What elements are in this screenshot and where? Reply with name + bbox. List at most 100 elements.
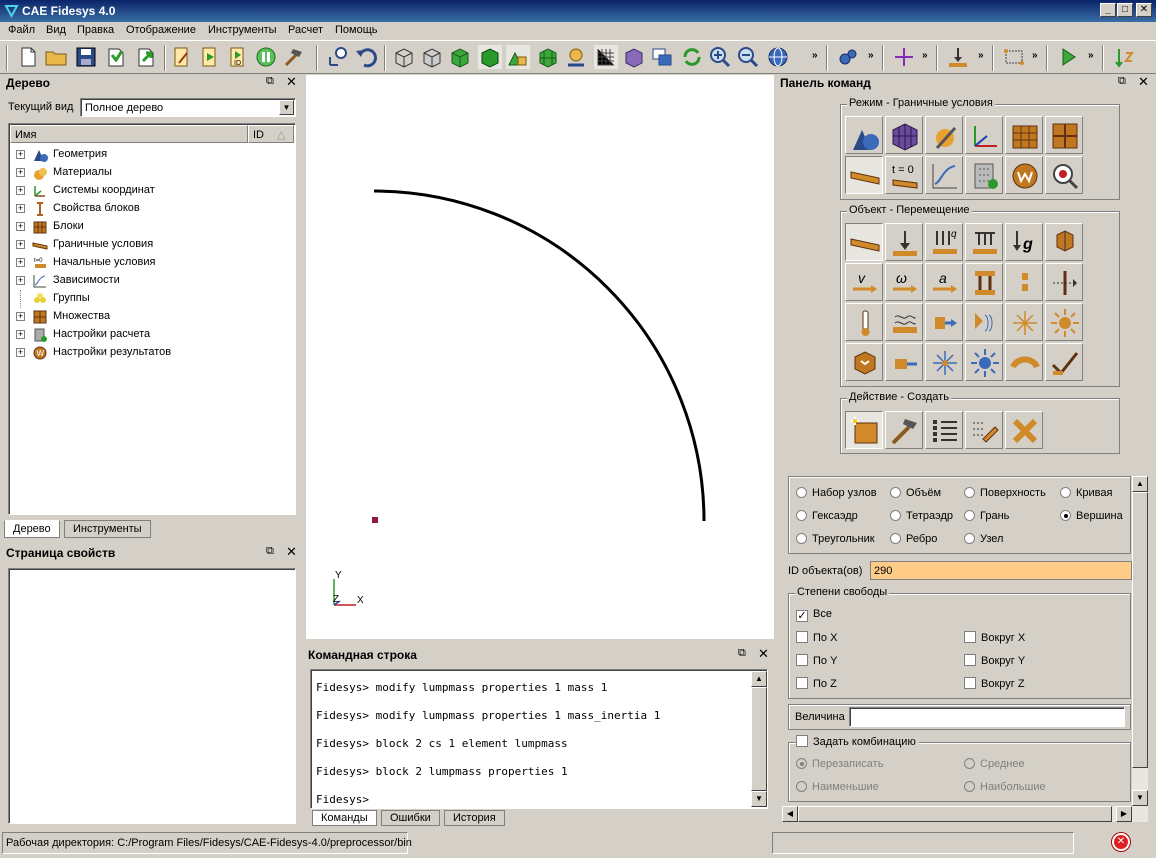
sort-icon[interactable] <box>1112 45 1136 69</box>
tree-header-name[interactable]: Имя <box>10 125 248 143</box>
object-box-button[interactable] <box>845 343 883 381</box>
action-del-button[interactable] <box>1005 411 1043 449</box>
tree-panel-float-icon[interactable]: ⧉ <box>266 75 274 88</box>
undo-icon[interactable] <box>354 45 378 69</box>
menu-tools[interactable]: Инструменты <box>208 24 277 36</box>
boundary-view-icon[interactable] <box>564 45 588 69</box>
chevron-down-icon[interactable]: ▼ <box>279 100 294 115</box>
expand-plus-icon[interactable]: + <box>16 222 25 231</box>
dof-y-checkbox[interactable]: По Y <box>796 654 837 667</box>
object-sun-button[interactable] <box>1045 303 1083 341</box>
command-scroll-thumb[interactable] <box>751 687 767 791</box>
expand-plus-icon[interactable]: + <box>16 168 25 177</box>
scroll-down-icon[interactable]: ▼ <box>751 791 767 807</box>
mode-sets-button[interactable] <box>1045 116 1083 154</box>
cmd-panel-float-icon[interactable]: ⧉ <box>1118 75 1126 88</box>
expand-plus-icon[interactable]: + <box>16 186 25 195</box>
properties-panel-float-icon[interactable]: ⧉ <box>266 545 274 558</box>
magnitude-input[interactable] <box>849 707 1125 727</box>
menu-edit[interactable]: Правка <box>77 24 114 36</box>
pause-icon[interactable] <box>254 45 278 69</box>
object-pres-button[interactable]: q <box>925 223 963 261</box>
tree-panel-close-icon[interactable]: ✕ <box>286 74 297 90</box>
dof-z-checkbox[interactable]: По Z <box>796 677 837 690</box>
object-flux-button[interactable] <box>925 303 963 341</box>
wireframe-view-icon[interactable] <box>392 45 416 69</box>
mode-dep-button[interactable] <box>925 156 963 194</box>
scroll-up-icon[interactable]: ▲ <box>1132 476 1148 492</box>
run-script-icon[interactable] <box>198 45 222 69</box>
shaded-view-icon[interactable] <box>448 45 472 69</box>
mode-cs-button[interactable] <box>965 116 1003 154</box>
zoom-in-icon[interactable] <box>708 45 732 69</box>
mode-view-button[interactable] <box>1045 156 1083 194</box>
geometry-view-icon[interactable] <box>506 45 530 69</box>
hammer-icon[interactable] <box>282 45 306 69</box>
action-list-button[interactable] <box>925 411 963 449</box>
dof-all-checkbox[interactable]: ✓ Все <box>796 608 832 622</box>
menu-calc[interactable]: Расчет <box>288 24 323 36</box>
tab-errors[interactable]: Ошибки <box>381 810 440 826</box>
expand-plus-icon[interactable]: + <box>16 258 25 267</box>
properties-panel-close-icon[interactable]: ✕ <box>286 544 297 560</box>
tab-tools[interactable]: Инструменты <box>64 520 151 538</box>
object-star-button[interactable] <box>1005 303 1043 341</box>
object-star2-button[interactable] <box>925 343 963 381</box>
close-button[interactable]: ✕ <box>1136 3 1152 17</box>
entity-radio[interactable]: Гексаэдр <box>796 510 858 522</box>
hidden-line-view-icon[interactable] <box>420 45 444 69</box>
entity-radio[interactable]: Узел <box>964 533 1003 545</box>
command-panel-close-icon[interactable]: ✕ <box>758 646 769 662</box>
object-sun2-button[interactable] <box>965 343 1003 381</box>
object-acc-button[interactable]: a <box>925 263 963 301</box>
minimize-button[interactable]: _ <box>1100 3 1116 17</box>
menu-display[interactable]: Отображение <box>126 24 196 36</box>
mode-res-button[interactable] <box>1005 156 1043 194</box>
combo-max-radio[interactable]: Наибольшие <box>964 781 1046 793</box>
tab-commands[interactable]: Команды <box>312 810 377 826</box>
script-edit-icon[interactable] <box>170 45 194 69</box>
cmd-panel-hscroll[interactable]: ◀ ▶ <box>782 806 1148 822</box>
entity-radio[interactable]: Объём <box>890 487 941 499</box>
entity-radio[interactable]: Кривая <box>1060 487 1112 499</box>
action-modify-button[interactable] <box>885 411 923 449</box>
rot-y-checkbox[interactable]: Вокруг Y <box>964 654 1025 667</box>
object-rot-button[interactable] <box>1045 223 1083 261</box>
rotate-globe-icon[interactable] <box>766 45 790 69</box>
object-conv-button[interactable] <box>885 303 923 341</box>
mesh-view-icon[interactable] <box>536 45 560 69</box>
combo-average-radio[interactable]: Среднее <box>964 758 1025 770</box>
smooth-shaded-view-icon[interactable] <box>478 45 502 69</box>
object-id-input[interactable]: 290 <box>870 561 1132 580</box>
save-icon[interactable] <box>74 45 98 69</box>
entity-radio[interactable]: Ребро <box>890 533 937 545</box>
expand-plus-icon[interactable]: + <box>16 276 25 285</box>
mode-material-button[interactable] <box>925 116 963 154</box>
viewport[interactable]: Y Z X <box>306 75 774 639</box>
mode-bc-button[interactable] <box>845 156 883 194</box>
object-omg-button[interactable]: ω <box>885 263 923 301</box>
combo-overwrite-radio[interactable]: Перезаписать <box>796 758 883 770</box>
combo-checkbox[interactable]: Задать комбинацию <box>796 735 919 748</box>
mode-mesh-button[interactable] <box>885 116 923 154</box>
entity-radio[interactable]: Треугольник <box>796 533 875 545</box>
expand-plus-icon[interactable]: + <box>16 204 25 213</box>
dof-x-checkbox[interactable]: По X <box>796 631 837 644</box>
object-contact-button[interactable] <box>1005 263 1043 301</box>
rot-z-checkbox[interactable]: Вокруг Z <box>964 677 1025 690</box>
object-vel-button[interactable]: v <box>845 263 883 301</box>
object-dload-button[interactable] <box>965 223 1003 261</box>
tree-header-id[interactable]: ID △ <box>248 125 294 143</box>
object-bend-button[interactable] <box>1005 343 1043 381</box>
expand-plus-icon[interactable]: + <box>16 240 25 249</box>
command-panel-float-icon[interactable]: ⧉ <box>738 647 746 660</box>
mode-ic-button[interactable]: t = 0 <box>885 156 923 194</box>
entity-radio[interactable]: Набор узлов <box>796 487 877 499</box>
cmd-panel-hscroll-thumb[interactable] <box>798 806 1112 822</box>
command-scrollbar[interactable]: ▲ ▼ <box>751 671 767 807</box>
mode-blocks-button[interactable] <box>1005 116 1043 154</box>
expand-plus-icon[interactable]: + <box>16 150 25 159</box>
object-disp-button[interactable] <box>845 223 883 261</box>
object-cut-button[interactable] <box>1045 263 1083 301</box>
object-rigid-button[interactable] <box>965 263 1003 301</box>
